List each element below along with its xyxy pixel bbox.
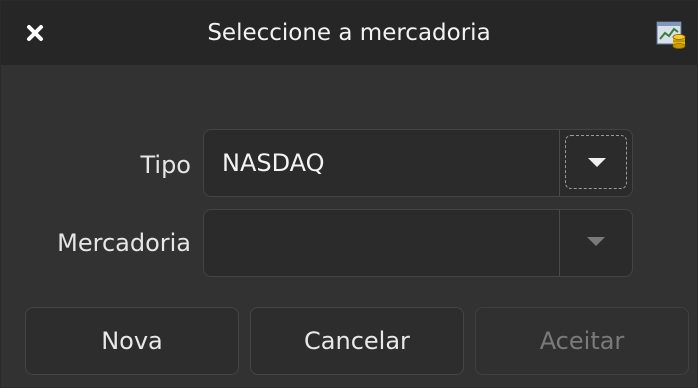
mercadoria-label: Mercadoria bbox=[57, 229, 191, 257]
tipo-combobox-value: NASDAQ bbox=[222, 149, 325, 177]
tipo-combobox[interactable]: NASDAQ bbox=[203, 129, 633, 197]
chevron-down-icon bbox=[587, 237, 605, 246]
combo-divider bbox=[559, 210, 560, 276]
mercadoria-combobox[interactable] bbox=[203, 209, 633, 277]
nova-button[interactable]: Nova bbox=[25, 307, 239, 375]
combo-divider bbox=[559, 130, 560, 196]
title-bar: Seleccione a mercadoria bbox=[1, 1, 697, 65]
chevron-down-icon bbox=[588, 158, 606, 167]
cancelar-button[interactable]: Cancelar bbox=[250, 307, 464, 375]
chart-money-icon bbox=[656, 20, 686, 50]
mercadoria-dropdown-button[interactable] bbox=[565, 215, 627, 269]
window-title: Seleccione a mercadoria bbox=[207, 20, 491, 46]
commodity-select-dialog: Seleccione a mercadoria Tipo NASDAQ Merc… bbox=[0, 0, 698, 388]
aceitar-button[interactable]: Aceitar bbox=[475, 307, 689, 375]
tipo-dropdown-button[interactable] bbox=[565, 135, 627, 189]
tipo-label: Tipo bbox=[140, 151, 191, 179]
